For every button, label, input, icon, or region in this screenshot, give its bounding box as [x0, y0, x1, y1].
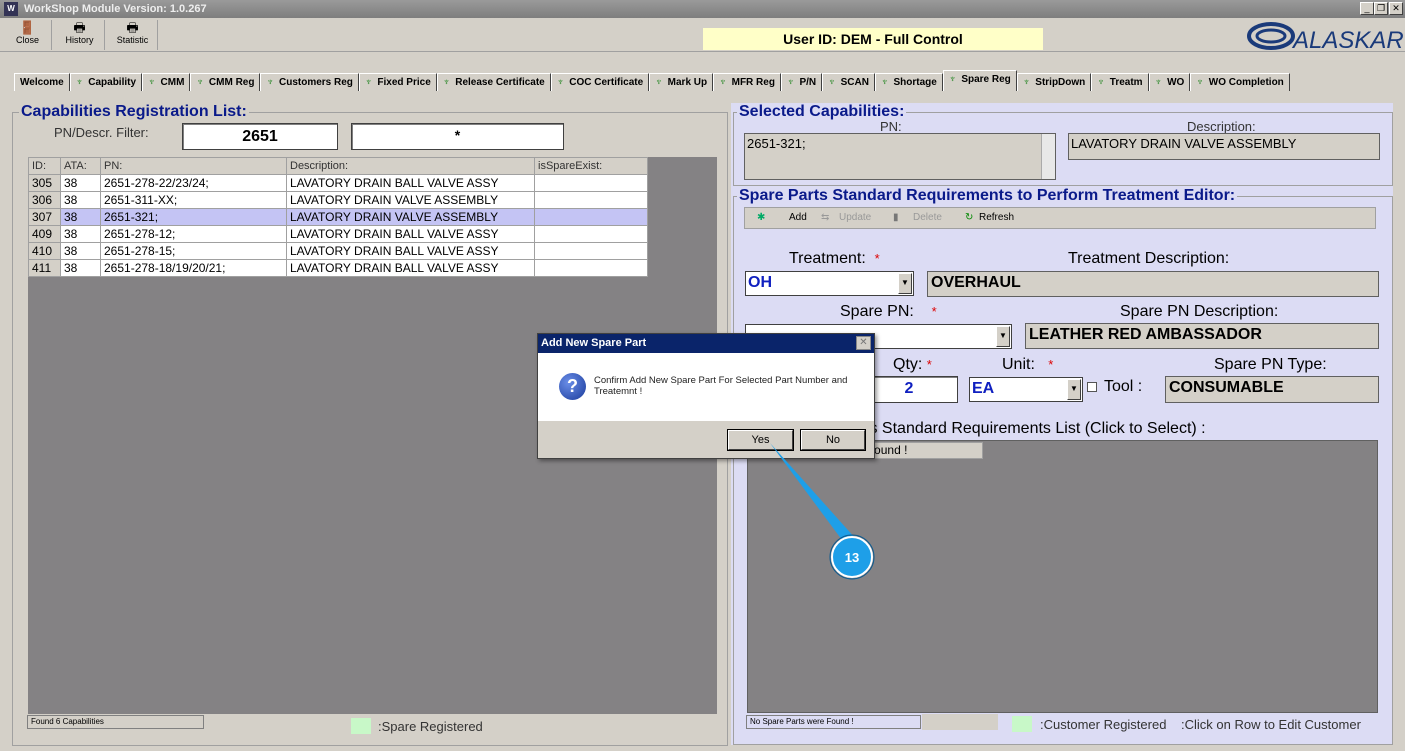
- callout-tail: [770, 443, 864, 548]
- callout-pointer: 13: [770, 443, 875, 580]
- callout-number: 13: [845, 550, 859, 565]
